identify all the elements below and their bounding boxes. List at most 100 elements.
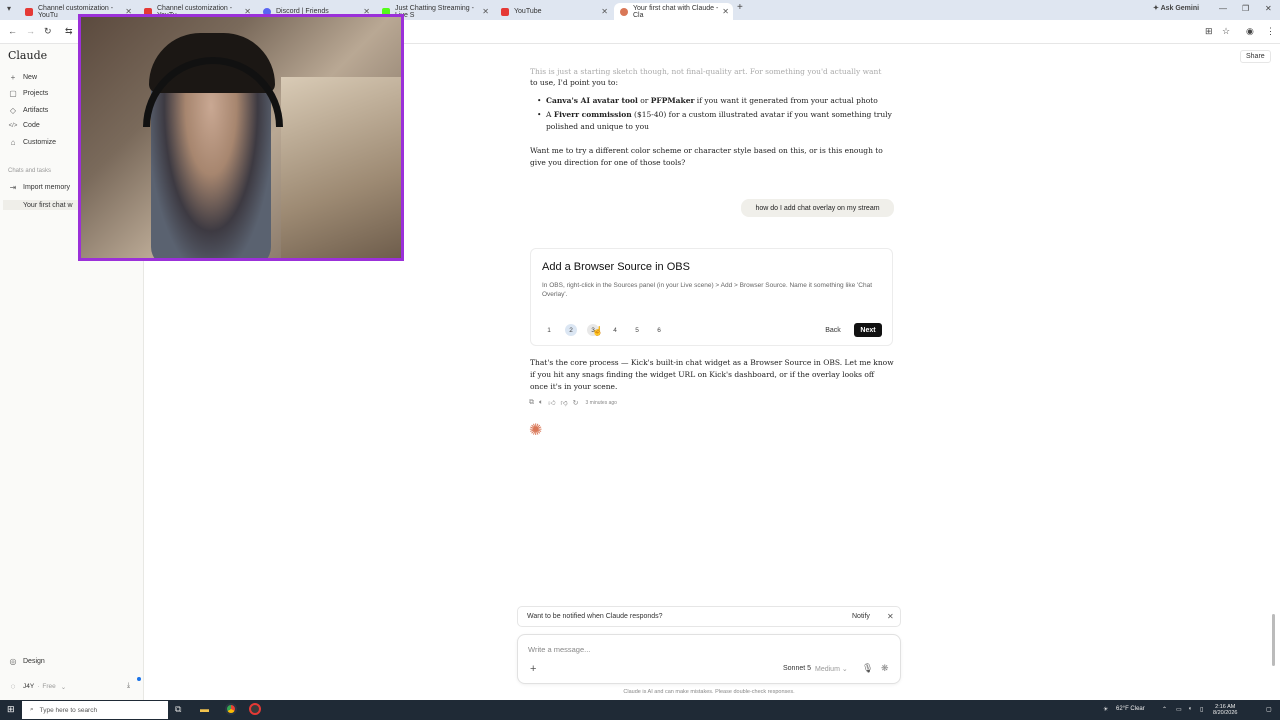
bold-text: PFPMaker [650,96,695,105]
brand-logo[interactable]: Claude [8,49,47,62]
user-message: how do I add chat overlay on my stream [741,199,894,217]
sidebar-item-projects[interactable]: ▢ Projects [8,89,48,98]
sidebar-item-import-memory[interactable]: ⇥ Import memory [8,183,70,192]
ask-gemini-label: Ask Gemini [1160,5,1200,12]
text: if you want it generated from your actua… [694,96,878,105]
notifications-icon[interactable]: ▢ [1266,706,1272,713]
minimize-icon[interactable]: — [1219,4,1227,13]
thumbs-up-icon[interactable]: 👍︎ [548,398,555,407]
voice-mode-icon[interactable]: ❋ [881,663,889,674]
close-window-icon[interactable]: ✕ [1265,4,1272,13]
effort-selector[interactable]: Medium ⌄ [815,665,848,673]
chrome-icon[interactable] [225,703,237,715]
browser-tab[interactable]: YouTube ✕ [495,3,612,20]
thumbs-down-icon[interactable]: 👎︎ [561,398,568,407]
close-tab-icon[interactable]: ✕ [722,7,729,16]
assistant-text: give you direction for one of those tool… [530,158,686,167]
step-5[interactable]: 5 [631,324,643,336]
ask-gemini-button[interactable]: ✦ Ask Gemini [1153,4,1199,12]
sidebar-item-label: Projects [23,90,49,97]
reload-icon[interactable]: ↻ [44,26,52,37]
step-1[interactable]: 1 [543,324,555,336]
message-actions: ⧉ 🔈︎ 👍︎ 👎︎ ↻ 3 minutes ago [529,398,617,408]
text: A [546,110,554,119]
text: or [637,96,651,105]
more-menu-icon[interactable]: ⋮ [1266,26,1275,37]
sidebar-item-label: Code [23,122,40,129]
plan-label: Free [42,683,56,690]
artifacts-icon: ◇ [9,106,17,115]
weather-icon[interactable]: ☀ [1103,706,1108,713]
taskbar [0,700,1280,720]
plus-icon: + [10,73,16,82]
attach-plus-icon[interactable]: + [530,663,536,675]
assistant-text: to use, I'd point you to: [530,78,618,87]
close-tab-icon[interactable]: ✕ [601,7,608,16]
scrollbar[interactable] [1271,44,1276,700]
taskbar-search-placeholder: Type here to search [39,706,98,714]
task-view-icon[interactable]: ⧉ [175,704,181,715]
avatar: ◌ [10,682,16,691]
message-timestamp: 3 minutes ago [585,399,617,406]
install-app-icon[interactable]: ⊞ [1205,26,1213,37]
weather-text[interactable]: 62°F Clear [1116,706,1145,712]
retry-icon[interactable]: ↻ [573,399,579,407]
speaker-icon[interactable]: 🔈︎ [539,399,543,407]
close-icon[interactable]: ✕ [887,612,894,621]
bookmark-icon[interactable]: ☆ [1222,26,1230,37]
bullet-item: Canva's AI avatar tool or PFPMaker if yo… [546,95,878,107]
new-tab-icon[interactable]: + [737,2,743,13]
tray-chevron-icon[interactable]: ⌃ [1162,706,1167,713]
scrollbar-thumb[interactable] [1272,614,1275,666]
microphone-icon[interactable]: 🎙︎ [862,663,873,674]
bullet-dot: • [537,96,542,105]
forward-icon[interactable]: → [26,26,35,36]
model-selector[interactable]: Sonnet 5 [783,665,811,672]
battery-icon[interactable]: ▯ [1200,706,1203,713]
assistant-text: Want me to try a different color scheme … [530,146,883,155]
volume-icon[interactable]: ◖ [1188,706,1192,712]
sidebar-item-code[interactable]: </> Code [8,122,40,129]
back-icon[interactable]: ← [8,26,17,36]
site-info-icon[interactable]: ⇆ [65,26,73,37]
youtube-icon [501,7,509,16]
sidebar-item-customize[interactable]: ⌂ Customize [8,138,57,147]
back-button[interactable]: Back [819,323,847,337]
notify-button[interactable]: Notify [852,613,870,620]
notification-dot [137,677,141,681]
sidebar-item-new[interactable]: + New [8,73,37,82]
network-icon[interactable]: ▭ [1176,706,1182,713]
share-button[interactable]: Share [1240,50,1271,63]
assistant-text: if you hit any snags finding the widget … [530,370,875,379]
next-button[interactable]: Next [854,323,882,337]
tab-list-icon[interactable]: ▾ [7,4,11,13]
claude-spark-icon: ✺ [529,422,543,439]
step-6[interactable]: 6 [653,324,665,336]
clock[interactable]: 2:16 AM 8/20/2026 [1213,704,1237,716]
claude-icon [620,7,628,16]
step-2[interactable]: 2 [565,324,577,336]
message-input[interactable]: Write a message... [528,645,590,654]
file-explorer-icon[interactable]: ▬ [200,704,209,714]
effort-label: Medium [815,666,840,673]
sidebar-item-label: Artifacts [23,107,49,114]
taskbar-search[interactable]: ⌕ Type here to search [22,701,168,719]
cursor-icon: ☝ [592,326,604,336]
customize-icon: ⌂ [10,138,16,147]
sidebar-item-design[interactable]: ◎ Design [8,657,45,666]
copy-icon[interactable]: ⧉ [529,399,534,407]
windows-start-icon[interactable]: ⊞ [7,704,15,715]
step-4[interactable]: 4 [609,324,621,336]
restore-icon[interactable]: ❐ [1242,4,1249,13]
sidebar-item-artifacts[interactable]: ◇ Artifacts [8,106,48,115]
assistant-text: That's the core process — Kick's built-i… [530,358,894,367]
sidebar-item-label: Design [23,658,45,665]
close-tab-icon[interactable]: ✕ [482,7,489,16]
obs-icon[interactable] [249,703,261,715]
code-icon: </> [8,122,18,129]
tab-label: YouTube [514,8,542,15]
user-menu[interactable]: ◌ J4Y · Free ⌄ [8,682,67,691]
browser-tab-active[interactable]: Your first chat with Claude - Cla ✕ [614,3,733,20]
profile-icon[interactable]: ◉ [1246,26,1254,37]
download-icon[interactable]: ⤓ [127,682,130,690]
